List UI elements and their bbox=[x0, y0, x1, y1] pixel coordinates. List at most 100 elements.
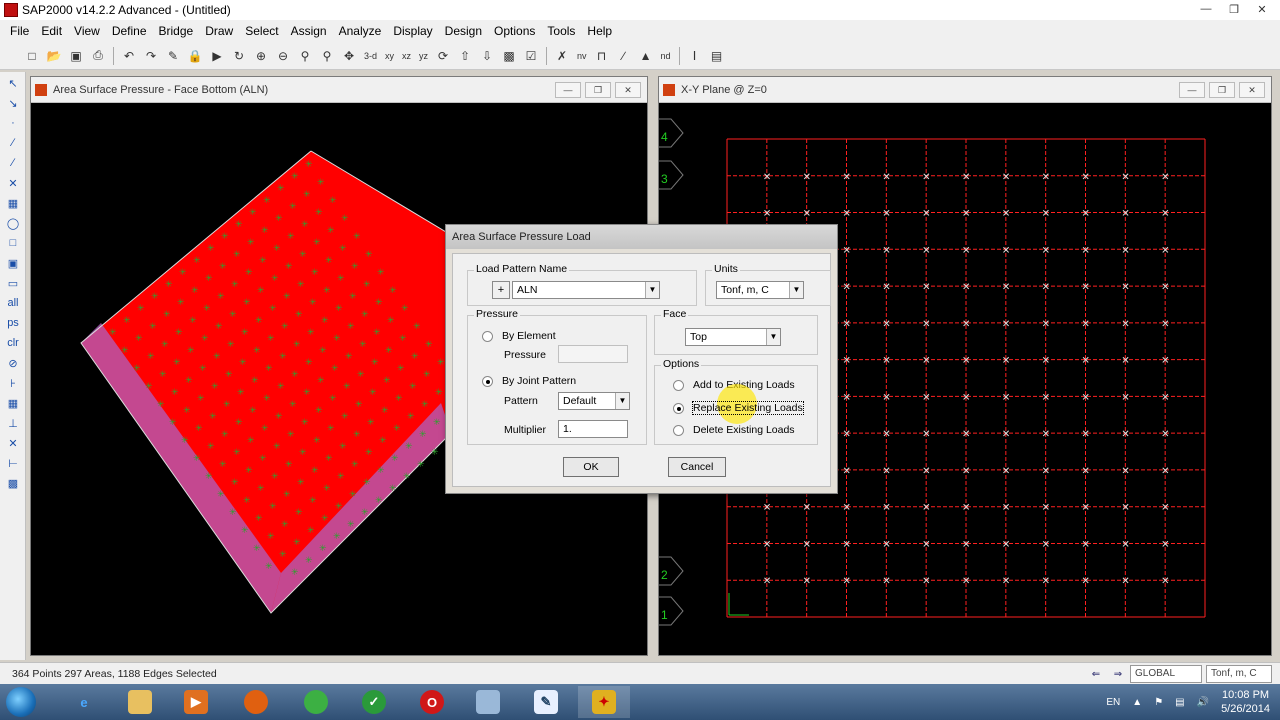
taskbar-sap2000[interactable]: ✦ bbox=[578, 686, 630, 718]
pan-icon[interactable]: ✥ bbox=[339, 46, 359, 66]
undo-icon[interactable]: ↶ bbox=[119, 46, 139, 66]
taskbar-camtasia[interactable]: ✓ bbox=[348, 686, 400, 718]
menu-select[interactable]: Select bbox=[239, 24, 284, 38]
view-yz-button[interactable]: yz bbox=[416, 51, 431, 61]
quick-frame-icon[interactable]: ∕ bbox=[2, 154, 24, 172]
volume-icon[interactable]: 🔊 bbox=[1197, 697, 1209, 708]
truss-icon[interactable]: ▲ bbox=[636, 46, 656, 66]
menu-define[interactable]: Define bbox=[106, 24, 153, 38]
snap-mid-icon[interactable]: ⊥ bbox=[2, 414, 24, 432]
lock-icon[interactable]: 🔒 bbox=[185, 46, 205, 66]
taskbar-explorer[interactable] bbox=[114, 686, 166, 718]
menu-draw[interactable]: Draw bbox=[199, 24, 239, 38]
ok-button[interactable]: OK bbox=[563, 457, 619, 477]
restore-button[interactable]: ❐ bbox=[585, 82, 611, 98]
menu-display[interactable]: Display bbox=[387, 24, 438, 38]
poly-area-icon[interactable]: ◯ bbox=[2, 214, 24, 232]
clear-selection-text-icon[interactable]: clr bbox=[2, 334, 24, 352]
menu-file[interactable]: File bbox=[4, 24, 35, 38]
zoom-out-icon[interactable]: ⊖ bbox=[273, 46, 293, 66]
refresh-icon[interactable]: ↻ bbox=[229, 46, 249, 66]
taskbar-firefox[interactable] bbox=[230, 686, 282, 718]
snap-icon[interactable]: ⊦ bbox=[2, 374, 24, 392]
snap-perp-icon[interactable]: ✕ bbox=[2, 434, 24, 452]
snap-end-icon[interactable]: ▦ bbox=[2, 394, 24, 412]
brace-icon[interactable]: ∕ bbox=[614, 46, 634, 66]
menu-options[interactable]: Options bbox=[488, 24, 541, 38]
tray-expand-icon[interactable]: ▲ bbox=[1132, 697, 1142, 708]
arrow-left-icon[interactable]: ⇐ bbox=[1088, 666, 1104, 682]
taskbar-media[interactable]: ▶ bbox=[170, 686, 222, 718]
select-all-icon[interactable]: ▩ bbox=[499, 46, 519, 66]
multiplier-input[interactable]: 1. bbox=[558, 420, 628, 438]
load-pattern-select[interactable]: ALN ▼ bbox=[512, 281, 660, 299]
pattern-select[interactable]: Default ▼ bbox=[558, 392, 630, 410]
network-icon[interactable]: ▤ bbox=[1175, 697, 1184, 708]
intersect-icon[interactable]: ⊘ bbox=[2, 354, 24, 372]
menu-tools[interactable]: Tools bbox=[541, 24, 581, 38]
snap-line-icon[interactable]: ⊢ bbox=[2, 454, 24, 472]
coord-system-select[interactable]: GLOBAL bbox=[1130, 665, 1202, 683]
add-load-pattern-button[interactable]: + bbox=[492, 281, 510, 299]
save-icon[interactable]: ▣ bbox=[66, 46, 86, 66]
print-icon[interactable]: ⎙ bbox=[88, 46, 108, 66]
add-existing-radio[interactable] bbox=[673, 380, 684, 391]
arrow-right-icon[interactable]: ⇒ bbox=[1110, 666, 1126, 682]
view-xz-button[interactable]: xz bbox=[399, 51, 414, 61]
draw-brace-icon[interactable]: ✕ bbox=[2, 174, 24, 192]
zoom-previous-icon[interactable]: ⚲ bbox=[317, 46, 337, 66]
menu-bridge[interactable]: Bridge bbox=[153, 24, 200, 38]
units-select[interactable]: Tonf, m, C ▼ bbox=[716, 281, 804, 299]
up-arrow-icon[interactable]: ⇧ bbox=[455, 46, 475, 66]
view-3d-button[interactable]: 3-d bbox=[361, 51, 380, 61]
pressure-input[interactable] bbox=[558, 345, 628, 363]
quick-area-icon[interactable]: ▣ bbox=[2, 254, 24, 272]
clock[interactable]: 10:08 PM 5/26/2014 bbox=[1221, 688, 1270, 716]
select-all-text-icon[interactable]: all bbox=[2, 294, 24, 312]
menu-edit[interactable]: Edit bbox=[35, 24, 68, 38]
close-button[interactable]: ✕ bbox=[1250, 1, 1274, 17]
taskbar-opera[interactable]: O bbox=[406, 686, 458, 718]
replace-existing-radio[interactable] bbox=[673, 403, 684, 414]
run-analysis-icon[interactable]: ▶ bbox=[207, 46, 227, 66]
view-xy-button[interactable]: xy bbox=[382, 51, 397, 61]
snap-grid-icon[interactable]: ▩ bbox=[2, 474, 24, 492]
pointer-icon[interactable]: ↖ bbox=[2, 74, 24, 92]
check-icon[interactable]: ☑ bbox=[521, 46, 541, 66]
open-folder-icon[interactable]: 📂 bbox=[44, 46, 64, 66]
frame-icon[interactable]: ⊓ bbox=[592, 46, 612, 66]
menu-help[interactable]: Help bbox=[581, 24, 618, 38]
close-button[interactable]: ✕ bbox=[615, 82, 641, 98]
delete-existing-radio[interactable] bbox=[673, 425, 684, 436]
taskbar-calculator[interactable] bbox=[462, 686, 514, 718]
restore-button[interactable]: ❐ bbox=[1222, 1, 1246, 17]
view-nd-button[interactable]: nd bbox=[658, 51, 674, 61]
redo-icon[interactable]: ↷ bbox=[141, 46, 161, 66]
by-joint-pattern-radio[interactable] bbox=[482, 376, 493, 387]
minimize-button[interactable]: — bbox=[1179, 82, 1205, 98]
draw-frame-icon[interactable]: ∕ bbox=[2, 134, 24, 152]
minimize-button[interactable]: — bbox=[555, 82, 581, 98]
down-arrow-icon[interactable]: ⇩ bbox=[477, 46, 497, 66]
menu-view[interactable]: View bbox=[68, 24, 106, 38]
pencil-icon[interactable]: ✎ bbox=[163, 46, 183, 66]
rotate-icon[interactable]: ⟳ bbox=[433, 46, 453, 66]
new-model-icon[interactable]: □ bbox=[22, 46, 42, 66]
taskbar-notepad[interactable]: ✎ bbox=[520, 686, 572, 718]
solid-icon[interactable]: ▭ bbox=[2, 274, 24, 292]
zoom-in-icon[interactable]: ⊕ bbox=[251, 46, 271, 66]
restore-button[interactable]: ❐ bbox=[1209, 82, 1235, 98]
language-indicator[interactable]: EN bbox=[1106, 697, 1120, 708]
view-nv-button[interactable]: nv bbox=[574, 51, 590, 61]
menu-design[interactable]: Design bbox=[439, 24, 488, 38]
zoom-window-icon[interactable]: ⚲ bbox=[295, 46, 315, 66]
taskbar-ie[interactable]: e bbox=[58, 686, 110, 718]
flag-icon[interactable]: ⚑ bbox=[1154, 697, 1163, 708]
start-button[interactable] bbox=[6, 687, 36, 717]
extrude-icon[interactable]: ▤ bbox=[707, 46, 727, 66]
close-button[interactable]: ✕ bbox=[1239, 82, 1265, 98]
rect-area-icon[interactable]: □ bbox=[2, 234, 24, 252]
draw-area-icon[interactable]: ▦ bbox=[2, 194, 24, 212]
face-select[interactable]: Top ▼ bbox=[685, 328, 781, 346]
cancel-button[interactable]: Cancel bbox=[668, 457, 726, 477]
